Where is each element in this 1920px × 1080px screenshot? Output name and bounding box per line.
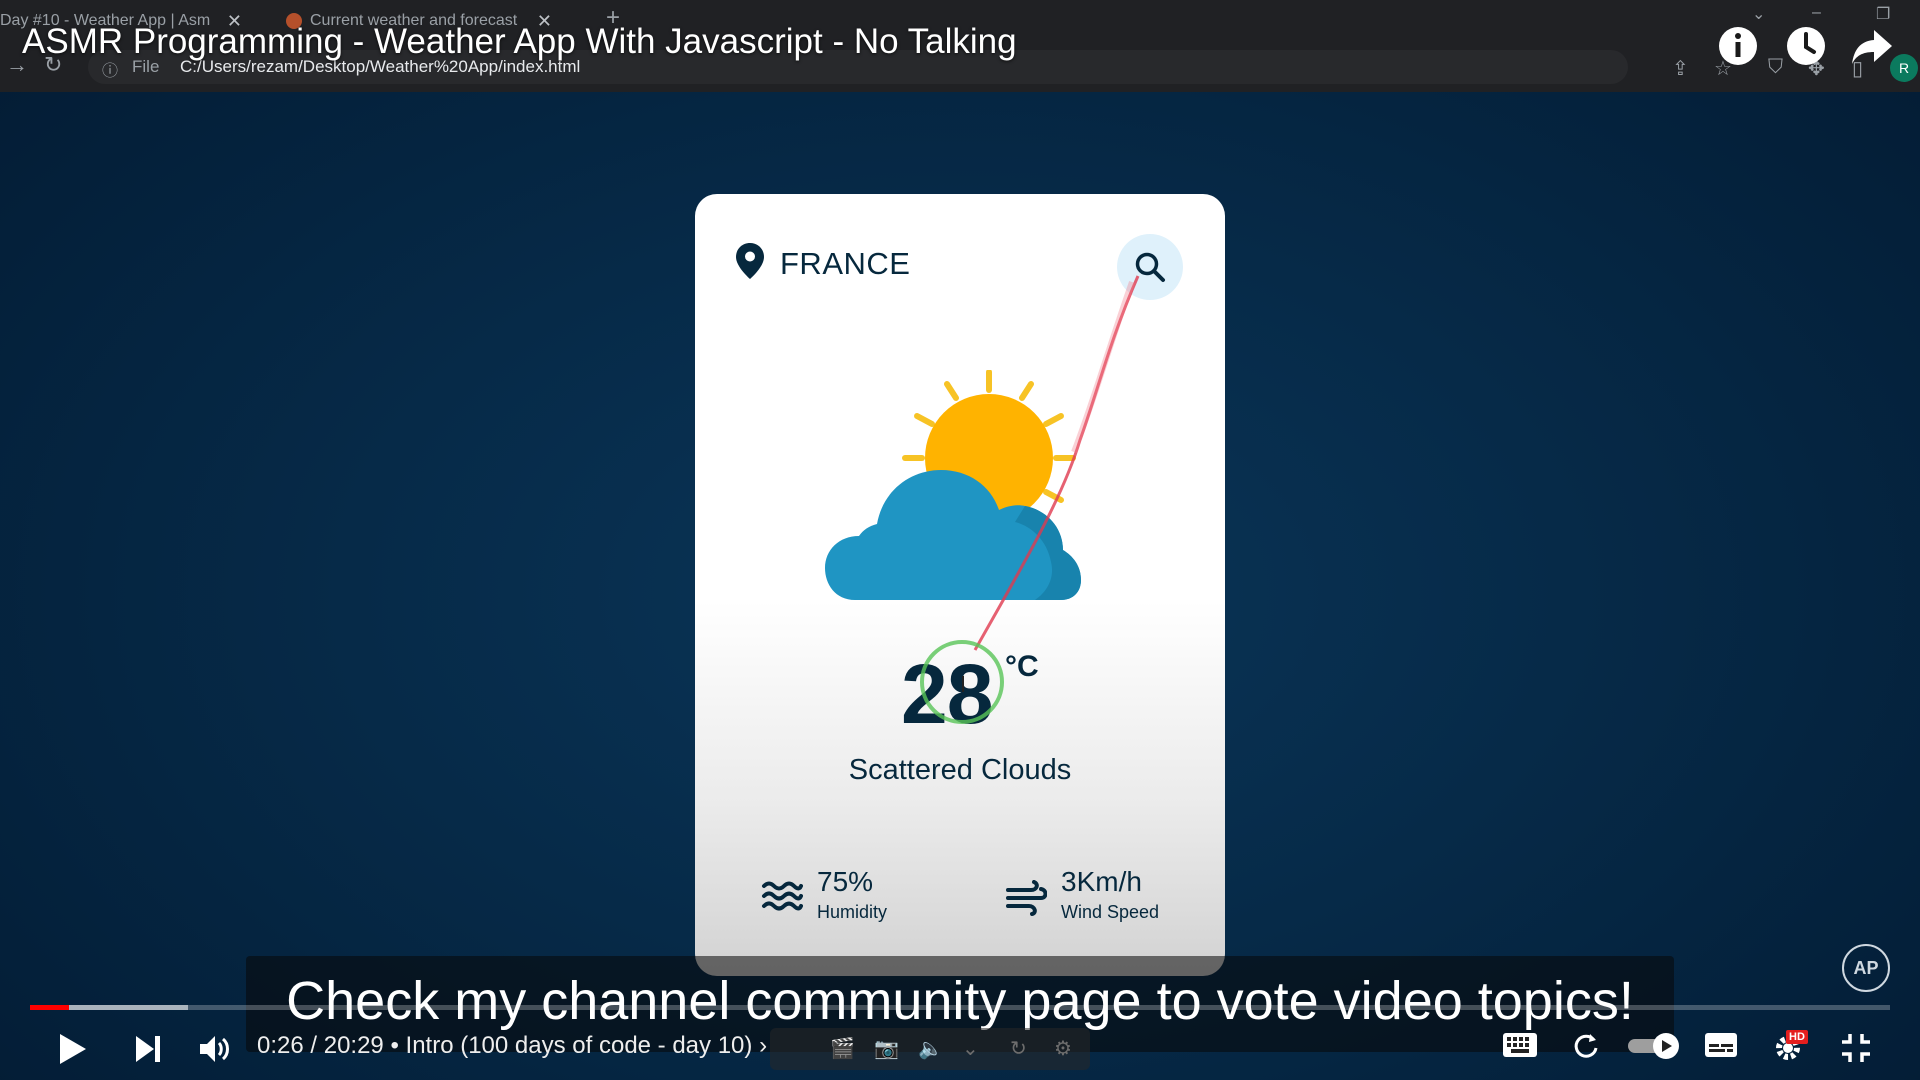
keyboard-icon[interactable] — [1502, 1032, 1538, 1058]
autoplay-toggle[interactable] — [1626, 1032, 1682, 1060]
shield-icon[interactable]: ⛉ — [1768, 56, 1783, 79]
play-button[interactable] — [58, 1032, 88, 1066]
chapter-title[interactable]: • Intro (100 days of code - day 10) — [390, 1032, 752, 1059]
replay-icon[interactable] — [1572, 1032, 1600, 1060]
video-title[interactable]: ASMR Programming - Weather App With Java… — [22, 22, 1017, 62]
settings-icon[interactable]: ⚙ — [1054, 1036, 1072, 1061]
camera-icon[interactable]: 📷 — [874, 1036, 899, 1061]
share-arrow-icon[interactable] — [1848, 22, 1896, 70]
info-icon[interactable] — [1714, 22, 1762, 70]
wind-speed-label: Wind Speed — [1061, 902, 1160, 922]
hd-badge: HD — [1786, 1030, 1808, 1044]
humidity-value: 75% — [817, 866, 874, 897]
time-text: 0:26 / 20:29 — [257, 1032, 384, 1059]
minimize-icon[interactable]: – — [1812, 4, 1821, 22]
weather-card: FRANCE 28 °C Scattered Clouds 75% Humidi… — [695, 194, 1225, 976]
wind-icon — [1006, 880, 1047, 916]
search-button[interactable] — [1117, 234, 1183, 300]
progress-bar[interactable] — [30, 1005, 1890, 1010]
humidity-label: Humidity — [817, 902, 888, 922]
video-frame: Day #10 - Weather App | AsmrPr ✕ Current… — [0, 0, 1920, 1080]
wind-speed-value: 3Km/h — [1061, 866, 1142, 897]
exit-fullscreen-icon[interactable] — [1840, 1032, 1872, 1064]
location-name[interactable]: FRANCE — [780, 246, 910, 282]
temperature-value: 28 — [901, 647, 993, 741]
progress-played — [30, 1005, 70, 1010]
play-icon — [60, 1034, 86, 1064]
chevron-down-icon[interactable]: ⌄ — [962, 1036, 979, 1061]
share-icon[interactable]: ⇪ — [1672, 56, 1689, 81]
search-icon — [1135, 252, 1165, 282]
chapter-chevron-icon[interactable]: › — [759, 1032, 767, 1059]
audio-icon[interactable]: 🔈 — [918, 1036, 943, 1061]
subtitles-icon[interactable] — [1704, 1032, 1738, 1058]
next-button[interactable] — [134, 1034, 162, 1064]
restore-icon[interactable]: ❐ — [1876, 4, 1890, 24]
time-display: 0:26 / 20:29 • Intro (100 days of code -… — [257, 1032, 767, 1060]
chevron-down-icon[interactable]: ⌄ — [1752, 4, 1765, 24]
clapper-icon[interactable]: 🎬 — [830, 1036, 855, 1061]
extension-toolbar: 🎬 📷 🔈 ⌄ ↻ ⚙ — [770, 1028, 1090, 1070]
temperature-row: 28 °C — [695, 646, 1225, 746]
channel-watermark-logo[interactable]: AP — [1842, 944, 1890, 992]
partly-cloudy-icon — [825, 370, 1081, 600]
humidity-waves-icon — [762, 881, 803, 911]
temperature-unit: °C — [1005, 650, 1039, 683]
player-controls: 0:26 / 20:29 • Intro (100 days of code -… — [0, 990, 1920, 1080]
volume-icon[interactable] — [198, 1032, 232, 1066]
location-pin-icon — [736, 243, 764, 279]
weather-description: Scattered Clouds — [848, 754, 1072, 786]
loop-icon[interactable]: ↻ — [1010, 1036, 1027, 1061]
watch-later-icon[interactable] — [1782, 22, 1830, 70]
